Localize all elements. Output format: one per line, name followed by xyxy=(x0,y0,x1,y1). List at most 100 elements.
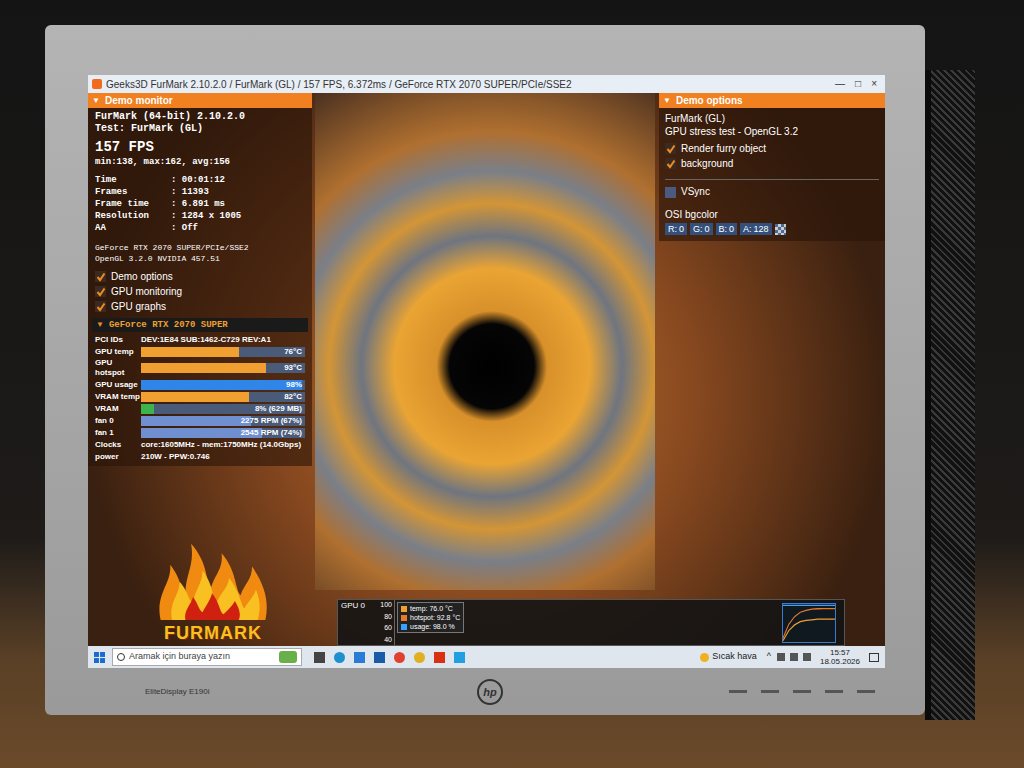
bgcolor-label: OSI bgcolor xyxy=(665,208,879,221)
panel-header[interactable]: ▼Demo monitor xyxy=(88,93,312,108)
sensor-label: GPU usage xyxy=(95,380,141,390)
keyboard-icon[interactable] xyxy=(803,653,811,661)
checkbox[interactable] xyxy=(95,286,106,297)
hp-logo-text: hp xyxy=(483,686,496,698)
task-view-icon[interactable] xyxy=(314,652,325,663)
sensor-bar-track: 93°C xyxy=(141,363,305,373)
stat-row: Frames: 11393 xyxy=(95,186,305,198)
stat-value: : Off xyxy=(171,222,198,234)
channel-value: 0 xyxy=(705,224,710,235)
network-icon[interactable] xyxy=(777,653,785,661)
stat-value: : 1284 x 1005 xyxy=(171,210,241,222)
store-icon[interactable] xyxy=(354,652,365,663)
stat-value: : 11393 xyxy=(171,186,209,198)
search-input[interactable] xyxy=(129,650,275,664)
edge-icon[interactable] xyxy=(334,652,345,663)
chrome-icon[interactable] xyxy=(414,652,425,663)
sensor-row: fan 12545 RPM (74%) xyxy=(95,427,305,438)
logo-text: FURMARK xyxy=(164,622,262,644)
window-control-button[interactable]: — xyxy=(835,78,845,90)
stat-row: Resolution: 1284 x 1005 xyxy=(95,210,305,222)
expand-icon[interactable]: ▼ xyxy=(96,319,104,331)
stat-label: Frames xyxy=(95,186,171,198)
monitor-button[interactable] xyxy=(761,690,779,693)
app-icon[interactable] xyxy=(454,652,465,663)
bgcolor-fields: R:0G:0B:0A:128 xyxy=(665,223,879,235)
sensor-bar-fill xyxy=(141,416,251,426)
checkbox-row[interactable]: background xyxy=(665,156,879,171)
furmark-logo: FURMARK xyxy=(150,518,276,644)
checkbox[interactable] xyxy=(665,143,676,154)
monitor-bezel: Geeks3D FurMark 2.10.2.0 / FurMark (GL) … xyxy=(45,25,925,715)
sensor-label: GPU hotspot xyxy=(95,358,141,378)
sensor-label: GPU temp xyxy=(95,347,141,357)
stat-value: : 6.891 ms xyxy=(171,198,225,210)
sensor-bar-fill xyxy=(141,392,249,402)
sensor-bar-fill xyxy=(141,380,302,390)
expand-icon[interactable]: ▼ xyxy=(663,95,671,107)
clock-time: 15:57 xyxy=(830,648,850,657)
demo-options-panel: ▼Demo optionsFurMark (GL)GPU stress test… xyxy=(659,93,885,241)
volume-icon[interactable] xyxy=(790,653,798,661)
test-name: Test: FurMark (GL) xyxy=(95,123,305,135)
window-control-button[interactable]: × xyxy=(871,78,877,90)
pci-row: PCI IDsDEV:1E84 SUB:1462-C729 REV:A1 xyxy=(95,334,305,345)
clock-date: 18.05.2026 xyxy=(820,657,860,666)
taskbar-search[interactable] xyxy=(112,648,302,666)
monitor-body: FurMark (64-bit) 2.10.2.0Test: FurMark (… xyxy=(88,108,312,314)
color-swatch[interactable] xyxy=(775,224,786,235)
app-version: FurMark (64-bit) 2.10.2.0 xyxy=(95,111,305,123)
monitor-button[interactable] xyxy=(793,690,811,693)
sensor-bar-track: 76°C xyxy=(141,347,305,357)
panel-title: Demo options xyxy=(676,94,743,107)
monitor-button[interactable] xyxy=(857,690,875,693)
monitor-button[interactable] xyxy=(825,690,843,693)
search-highlight-icon xyxy=(279,651,297,663)
checkbox-row[interactable]: Demo options xyxy=(95,269,305,284)
sun-icon xyxy=(700,653,709,662)
notification-icon[interactable] xyxy=(869,653,879,662)
checkbox[interactable] xyxy=(95,301,106,312)
photo-scene: Geeks3D FurMark 2.10.2.0 / FurMark (GL) … xyxy=(0,0,1024,768)
checkbox-label: Render furry object xyxy=(681,143,766,155)
checkbox[interactable] xyxy=(95,271,106,282)
legend-item: temp: 76.0 °C xyxy=(401,604,460,613)
clocks-row: Clockscore:1605MHz - mem:1750MHz (14.0Gb… xyxy=(95,439,305,450)
monitor-checkboxes: Demo optionsGPU monitoring GPU graphs xyxy=(95,269,305,314)
sensor-bar-track: 98% xyxy=(141,380,305,390)
color-channel-field[interactable]: B:0 xyxy=(716,223,738,235)
mail-icon[interactable] xyxy=(374,652,385,663)
monitor-model: EliteDisplay E190i xyxy=(145,687,265,697)
search-icon xyxy=(117,653,125,661)
window-control-button[interactable]: □ xyxy=(855,78,861,90)
series-line xyxy=(783,608,835,638)
checkbox-label: GPU graphs xyxy=(111,301,166,313)
taskbar: Sıcak hava ^ 15:5718.05.2026 xyxy=(88,646,885,668)
weather-widget[interactable]: Sıcak hava xyxy=(700,650,757,664)
title-bar: Geeks3D FurMark 2.10.2.0 / FurMark (GL) … xyxy=(88,75,885,93)
legend-item: hotspot: 92.8 °C xyxy=(401,613,460,622)
checkbox[interactable] xyxy=(665,187,676,198)
tray-expand-button[interactable]: ^ xyxy=(767,650,771,664)
gpu-section-header[interactable]: ▼GeForce RTX 2070 SUPER xyxy=(92,318,308,332)
color-channel-field[interactable]: G:0 xyxy=(690,223,713,235)
sensor-label: VRAM xyxy=(95,404,141,414)
chrome-icon[interactable] xyxy=(394,652,405,663)
panel-header[interactable]: ▼ Demo options xyxy=(659,93,885,108)
taskbar-clock[interactable]: 15:5718.05.2026 xyxy=(817,648,863,666)
tray-icons xyxy=(777,653,811,661)
color-channel-field[interactable]: R:0 xyxy=(665,223,687,235)
expand-icon[interactable]: ▼ xyxy=(92,95,100,107)
color-channel-field[interactable]: A:128 xyxy=(740,223,772,235)
sensor-bar-track: 2545 RPM (74%) xyxy=(141,428,305,438)
checkbox-row[interactable]: Render furry object xyxy=(665,141,879,156)
sensor-label: fan 1 xyxy=(95,428,141,438)
axis-tick: 80 xyxy=(384,613,392,621)
checkbox-row[interactable]: GPU graphs xyxy=(95,299,305,314)
checkbox-row[interactable]: GPU monitoring xyxy=(95,284,305,299)
windows-start-icon[interactable] xyxy=(92,650,106,664)
checkbox[interactable] xyxy=(665,158,676,169)
monitor-button[interactable] xyxy=(729,690,747,693)
checkbox-row[interactable]: VSync xyxy=(665,179,879,198)
furmark-icon[interactable] xyxy=(434,652,445,663)
